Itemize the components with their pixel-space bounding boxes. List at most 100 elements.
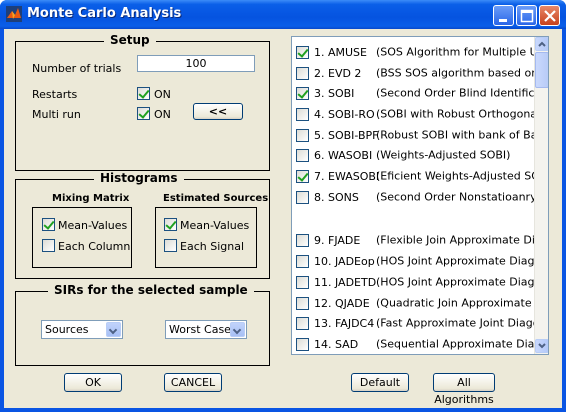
trials-label: Number of trials [32, 62, 122, 75]
restarts-on-label: ON [154, 88, 171, 101]
mixing-mean-label: Mean-Values [58, 219, 128, 232]
algorithm-description: (Weights-Adjusted SOBI) [376, 148, 511, 162]
mixing-matrix-group: Mean-Values Each Column [32, 207, 132, 268]
algorithm-item[interactable]: 14. SAD (Sequential Approximate Diagonali… [296, 337, 548, 351]
algorithm-checkbox[interactable] [296, 337, 309, 351]
close-icon [544, 10, 556, 22]
multirun-on-label: ON [154, 108, 171, 121]
ok-button[interactable]: OK [64, 373, 122, 392]
algorithm-checkbox[interactable] [296, 107, 309, 121]
multirun-label: Multi run [32, 108, 81, 121]
sirs-sources-value: Sources [45, 323, 89, 336]
window: Monte Carlo Analysis Setup Number of tri… [0, 0, 566, 412]
algorithm-checkbox[interactable] [296, 128, 309, 142]
algorithm-item[interactable]: 11. JADETD(HOS Joint Approximate Diagona… [296, 275, 548, 289]
algorithm-description: (SOBI with Robust Orthogonalization) [376, 107, 548, 121]
scroll-up-button[interactable] [535, 37, 548, 51]
all-algorithms-button[interactable]: All Algorithms [433, 373, 495, 406]
maximize-button[interactable] [516, 5, 537, 26]
sirs-title: SIRs for the selected sample [48, 283, 254, 297]
algorithm-description: (Flexible Join Approximate Diagonalizati… [376, 233, 548, 247]
vertical-scrollbar[interactable] [534, 37, 548, 354]
algorithm-description: (HOS Joint Approximate Diagonalization o… [376, 254, 548, 268]
title-bar: Monte Carlo Analysis [0, 0, 566, 29]
algorithm-item[interactable]: 9. FJADE (Flexible Join Approximate Diago… [296, 233, 548, 247]
algorithm-item[interactable]: 10. JADEop(HOS Joint Approximate Diagona… [296, 254, 548, 268]
algorithm-description: (Second Order Nonstatioanry Source Sepa.… [376, 190, 548, 204]
algorithm-label: 14. SAD [314, 337, 359, 351]
restarts-checkbox[interactable] [137, 87, 150, 100]
algorithm-list[interactable]: 1. AMUSE (SOS Algorithm for Multiple Unkn… [291, 36, 549, 355]
sirs-case-select[interactable]: Worst Case [165, 320, 247, 339]
algorithm-description: (Sequential Approximate Diagonalization) [376, 337, 548, 351]
algorithm-description: (Fast Approximate Joint Diagonalization … [376, 316, 549, 330]
algorithm-item[interactable]: 6. WASOBI (Weights-Adjusted SOBI) [296, 148, 510, 162]
algorithm-checkbox[interactable] [296, 233, 309, 247]
multirun-checkbox[interactable] [137, 107, 150, 120]
mixing-matrix-title: Mixing Matrix [52, 193, 130, 204]
histograms-panel: Histograms Mixing Matrix Mean-Values Eac… [15, 171, 270, 279]
scroll-down-button[interactable] [535, 339, 548, 353]
algorithm-label: 13. FAJDC4 [314, 316, 375, 330]
algorithm-item[interactable]: 5. SOBI-BPF(Robust SOBI with bank of Ban… [296, 128, 548, 142]
algorithm-label: 6. WASOBI [314, 148, 373, 162]
setup-title: Setup [104, 33, 156, 47]
algorithm-label: 1. AMUSE [314, 45, 367, 59]
algorithm-checkbox[interactable] [296, 66, 309, 80]
algorithm-checkbox[interactable] [296, 296, 309, 310]
maximize-icon [520, 9, 534, 23]
trials-input[interactable]: 100 [137, 55, 255, 72]
estimated-sources-title: Estimated Sources [163, 193, 269, 204]
algorithm-checkbox[interactable] [296, 45, 309, 59]
algorithm-label: 8. SONS [314, 190, 359, 204]
algorithm-item[interactable]: 12. QJADE (Quadratic Join Approximate Dia… [296, 296, 548, 310]
algorithm-item[interactable]: 8. SONS (Second Order Nonstatioanry Sourc… [296, 190, 548, 204]
algorithm-description: (SOS Algorithm for Multiple Unknown Sour… [376, 45, 548, 59]
algorithm-description: (HOS Joint Approximate Diagonalization o… [376, 275, 548, 289]
estimated-each-signal-checkbox[interactable] [164, 239, 177, 252]
sirs-panel: SIRs for the selected sample Sources Wor… [15, 283, 270, 366]
minimize-button[interactable] [493, 5, 514, 26]
algorithm-label: 3. SOBI [314, 86, 355, 100]
setup-panel: Setup Number of trials 100 Restarts ON M… [15, 33, 270, 171]
default-button[interactable]: Default [351, 373, 409, 392]
cancel-button[interactable]: CANCEL [164, 373, 222, 392]
sirs-case-value: Worst Case [169, 323, 231, 336]
algorithm-label: 5. SOBI-BPF [314, 128, 379, 142]
algorithm-item[interactable]: 3. SOBI (Second Order Blind Identificatio… [296, 86, 548, 100]
expand-button[interactable]: << [193, 103, 243, 120]
algorithm-checkbox[interactable] [296, 86, 309, 100]
matlab-logo-icon [6, 6, 22, 22]
estimated-mean-label: Mean-Values [180, 219, 250, 232]
chevron-up-icon [538, 41, 546, 47]
chevron-down-icon [106, 322, 121, 337]
algorithm-item[interactable]: 13. FAJDC4 (Fast Approximate Joint Diagon… [296, 316, 549, 330]
sirs-sources-select[interactable]: Sources [41, 320, 123, 339]
algorithm-checkbox[interactable] [296, 254, 309, 268]
estimated-mean-checkbox[interactable] [164, 218, 177, 231]
minimize-icon [499, 19, 507, 22]
algorithm-checkbox[interactable] [296, 190, 309, 204]
mixing-mean-checkbox[interactable] [42, 218, 55, 231]
restarts-label: Restarts [32, 88, 78, 101]
dialog-body: Setup Number of trials 100 Restarts ON M… [4, 29, 562, 408]
chevron-down-icon [538, 343, 546, 349]
algorithm-description: (Quadratic Join Approximate Diagonalizat… [376, 296, 548, 310]
algorithm-item[interactable]: 7. EWASOBI(Eficient Weights-Adjusted SOB… [296, 169, 549, 183]
algorithm-checkbox[interactable] [296, 275, 309, 289]
mixing-each-column-checkbox[interactable] [42, 239, 55, 252]
algorithm-description: (Eficient Weights-Adjusted SOBI) [376, 169, 549, 183]
algorithm-description: (BSS SOS algorithm based on symmetric E.… [376, 66, 548, 80]
algorithm-checkbox[interactable] [296, 148, 309, 162]
algorithm-checkbox[interactable] [296, 316, 309, 330]
algorithm-checkbox[interactable] [296, 169, 309, 183]
scroll-thumb[interactable] [535, 52, 548, 88]
algorithm-item[interactable]: 1. AMUSE (SOS Algorithm for Multiple Unkn… [296, 45, 548, 59]
window-title: Monte Carlo Analysis [27, 6, 182, 21]
algorithm-item[interactable]: 4. SOBI-RO(SOBI with Robust Orthogonaliz… [296, 107, 548, 121]
algorithm-label: 11. JADETD [314, 275, 377, 289]
algorithm-item[interactable]: 2. EVD 2 (BSS SOS algorithm based on symm… [296, 66, 548, 80]
algorithm-label: 12. QJADE [314, 296, 370, 310]
close-button[interactable] [539, 5, 560, 26]
algorithm-label: 10. JADEop [314, 254, 375, 268]
